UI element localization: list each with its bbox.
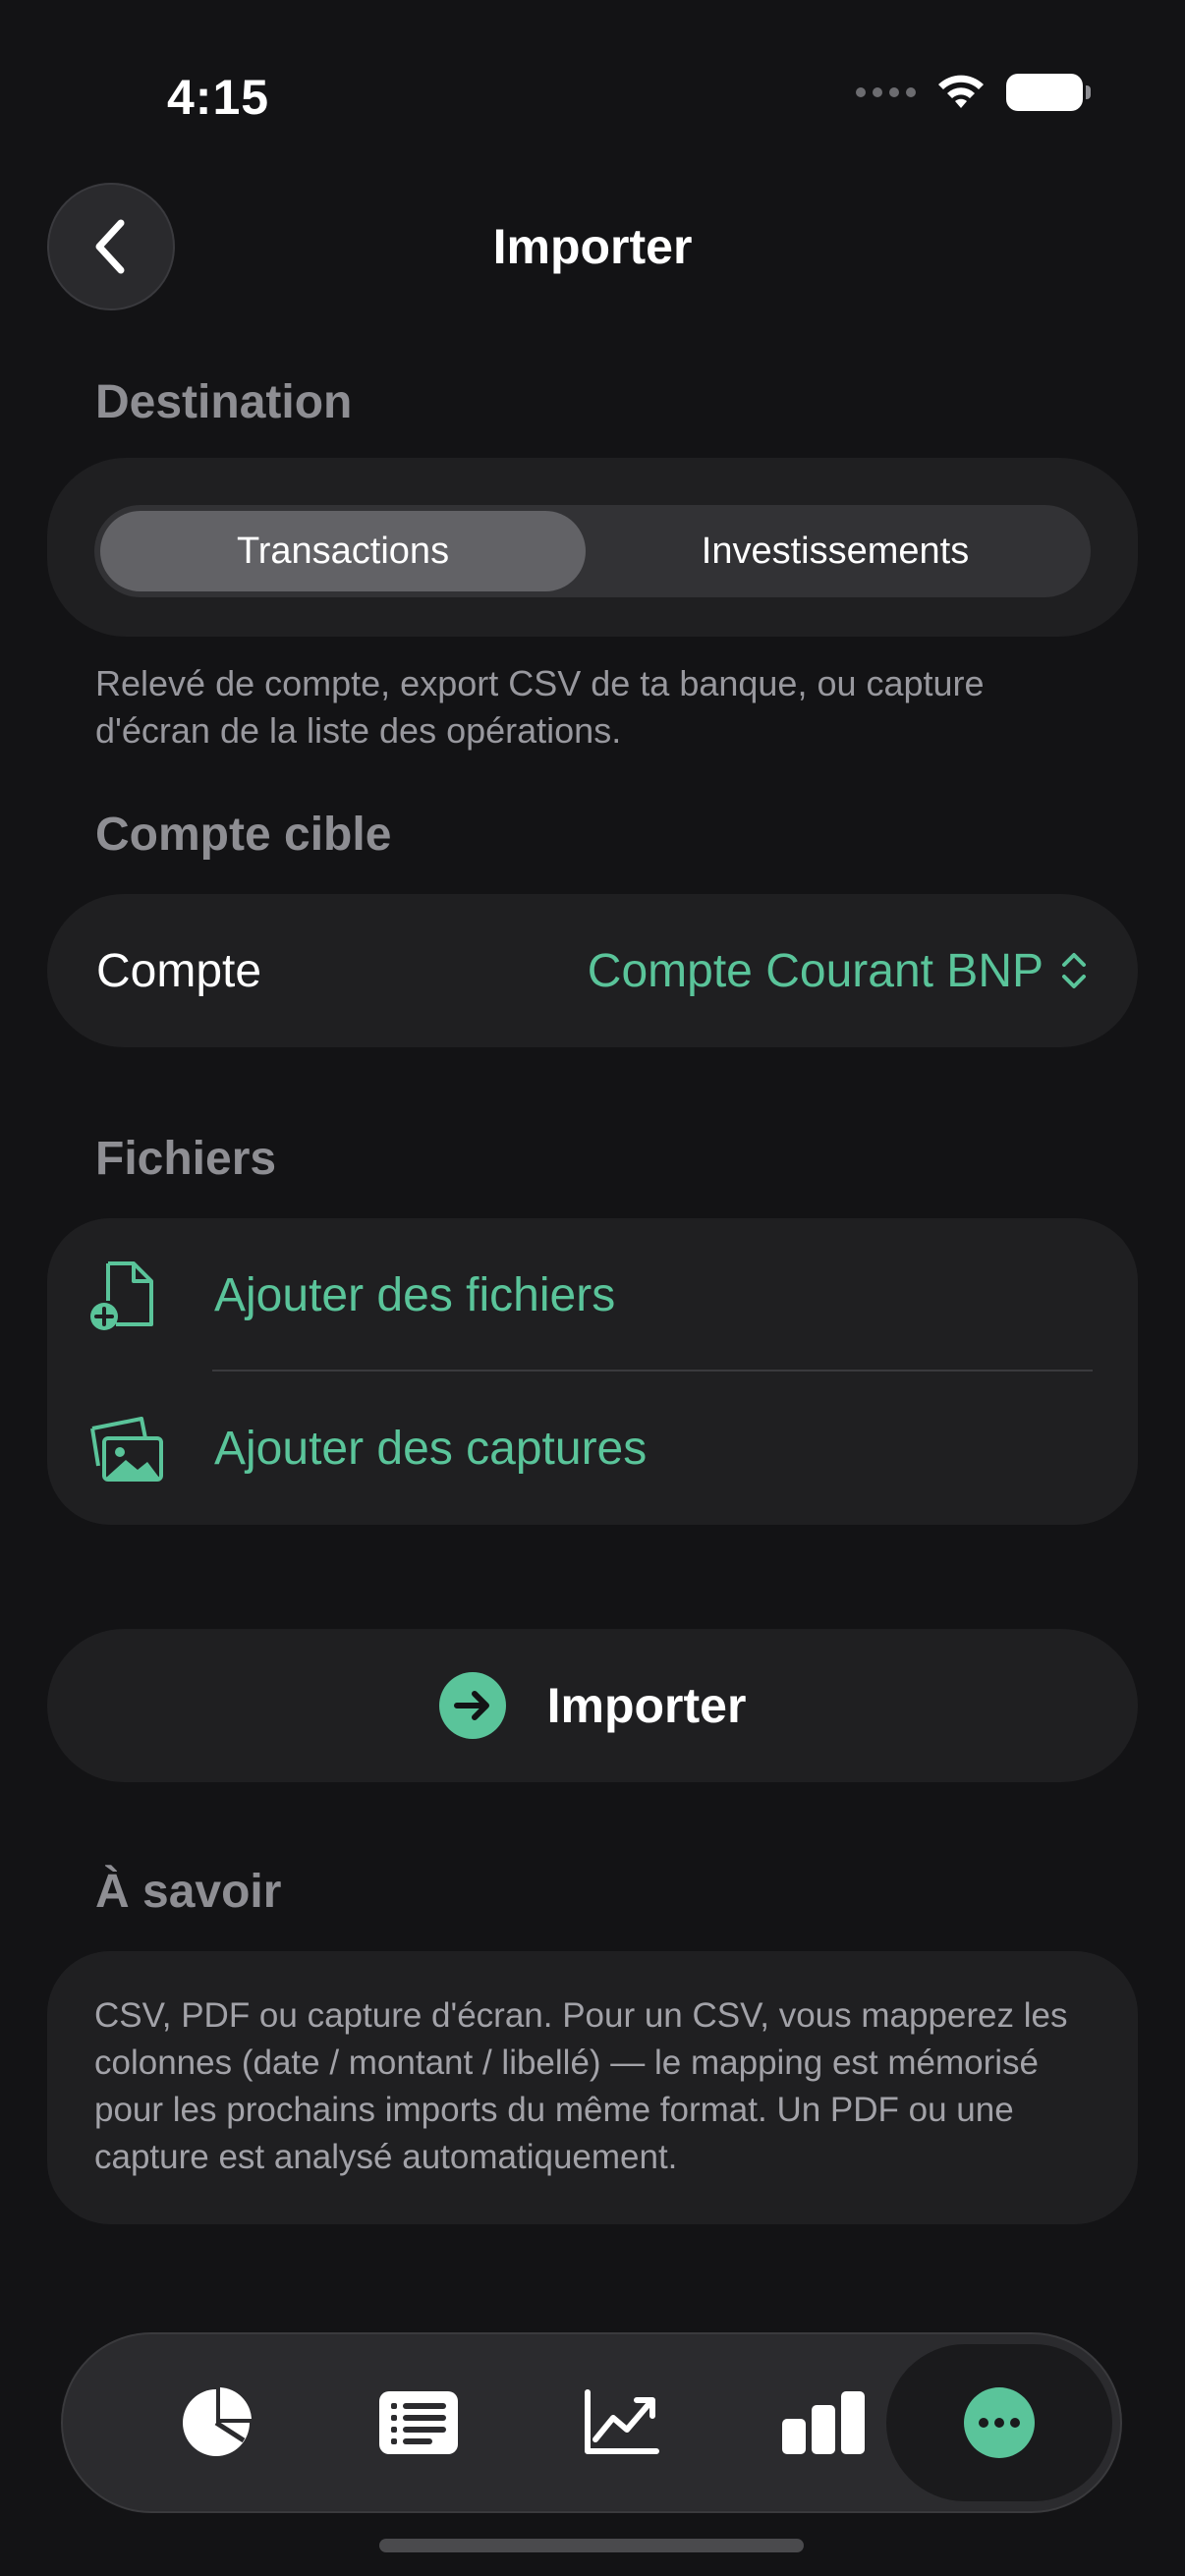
import-button-label: Importer (546, 1678, 747, 1733)
tab-pie-chart[interactable] (118, 2334, 314, 2511)
destination-helper-text: Relevé de compte, export CSV de ta banqu… (95, 663, 985, 751)
files-card: Ajouter des fichiers Ajouter des capture… (47, 1218, 1138, 1525)
status-time: 4:15 (167, 70, 270, 125)
battery-icon (1006, 74, 1091, 111)
account-value-text: Compte Courant BNP (587, 944, 1044, 997)
tab-bar (61, 2332, 1122, 2513)
photos-icon (90, 1417, 163, 1482)
page-title: Importer (492, 219, 693, 274)
arrow-right-circle-icon (438, 1672, 506, 1739)
add-files-row[interactable]: Ajouter des fichiers (47, 1218, 1138, 1372)
wifi-icon (938, 75, 984, 108)
list-icon (379, 2391, 458, 2454)
files-header: Fichiers (95, 1133, 277, 1185)
bar-chart-icon (782, 2391, 865, 2454)
add-captures-label: Ajouter des captures (214, 1422, 648, 1475)
more-icon (964, 2387, 1035, 2458)
tab-more[interactable] (886, 2344, 1112, 2501)
trend-icon (585, 2389, 659, 2454)
tab-list[interactable] (320, 2334, 517, 2511)
destination-header: Destination (95, 376, 353, 428)
info-text: CSV, PDF ou capture d'écran. Pour un CSV… (94, 1996, 1068, 2176)
segment-transactions[interactable]: Transactions (100, 511, 586, 591)
chevron-up-down-icon (1062, 953, 1086, 988)
add-captures-row[interactable]: Ajouter des captures (47, 1372, 1138, 1525)
target-account-header: Compte cible (95, 809, 392, 861)
account-picker-row[interactable]: Compte Compte Courant BNP (47, 894, 1138, 1047)
account-label: Compte (96, 944, 262, 997)
tab-trend[interactable] (523, 2334, 719, 2511)
segment-investissements[interactable]: Investissements (586, 511, 1085, 591)
info-header: À savoir (95, 1866, 282, 1918)
import-button[interactable]: Importer (47, 1629, 1138, 1782)
document-add-icon (90, 1261, 153, 1330)
add-files-label: Ajouter des fichiers (214, 1268, 616, 1321)
account-value[interactable]: Compte Courant BNP (588, 944, 1089, 998)
home-indicator (379, 2539, 804, 2552)
status-indicators (856, 73, 1091, 112)
info-card: CSV, PDF ou capture d'écran. Pour un CSV… (47, 1951, 1138, 2224)
pie-chart-icon (183, 2387, 252, 2456)
cellular-signal-icon (856, 87, 916, 97)
segmented-track: Transactions Investissements (94, 505, 1091, 597)
destination-segmented-control: Transactions Investissements (47, 458, 1138, 637)
